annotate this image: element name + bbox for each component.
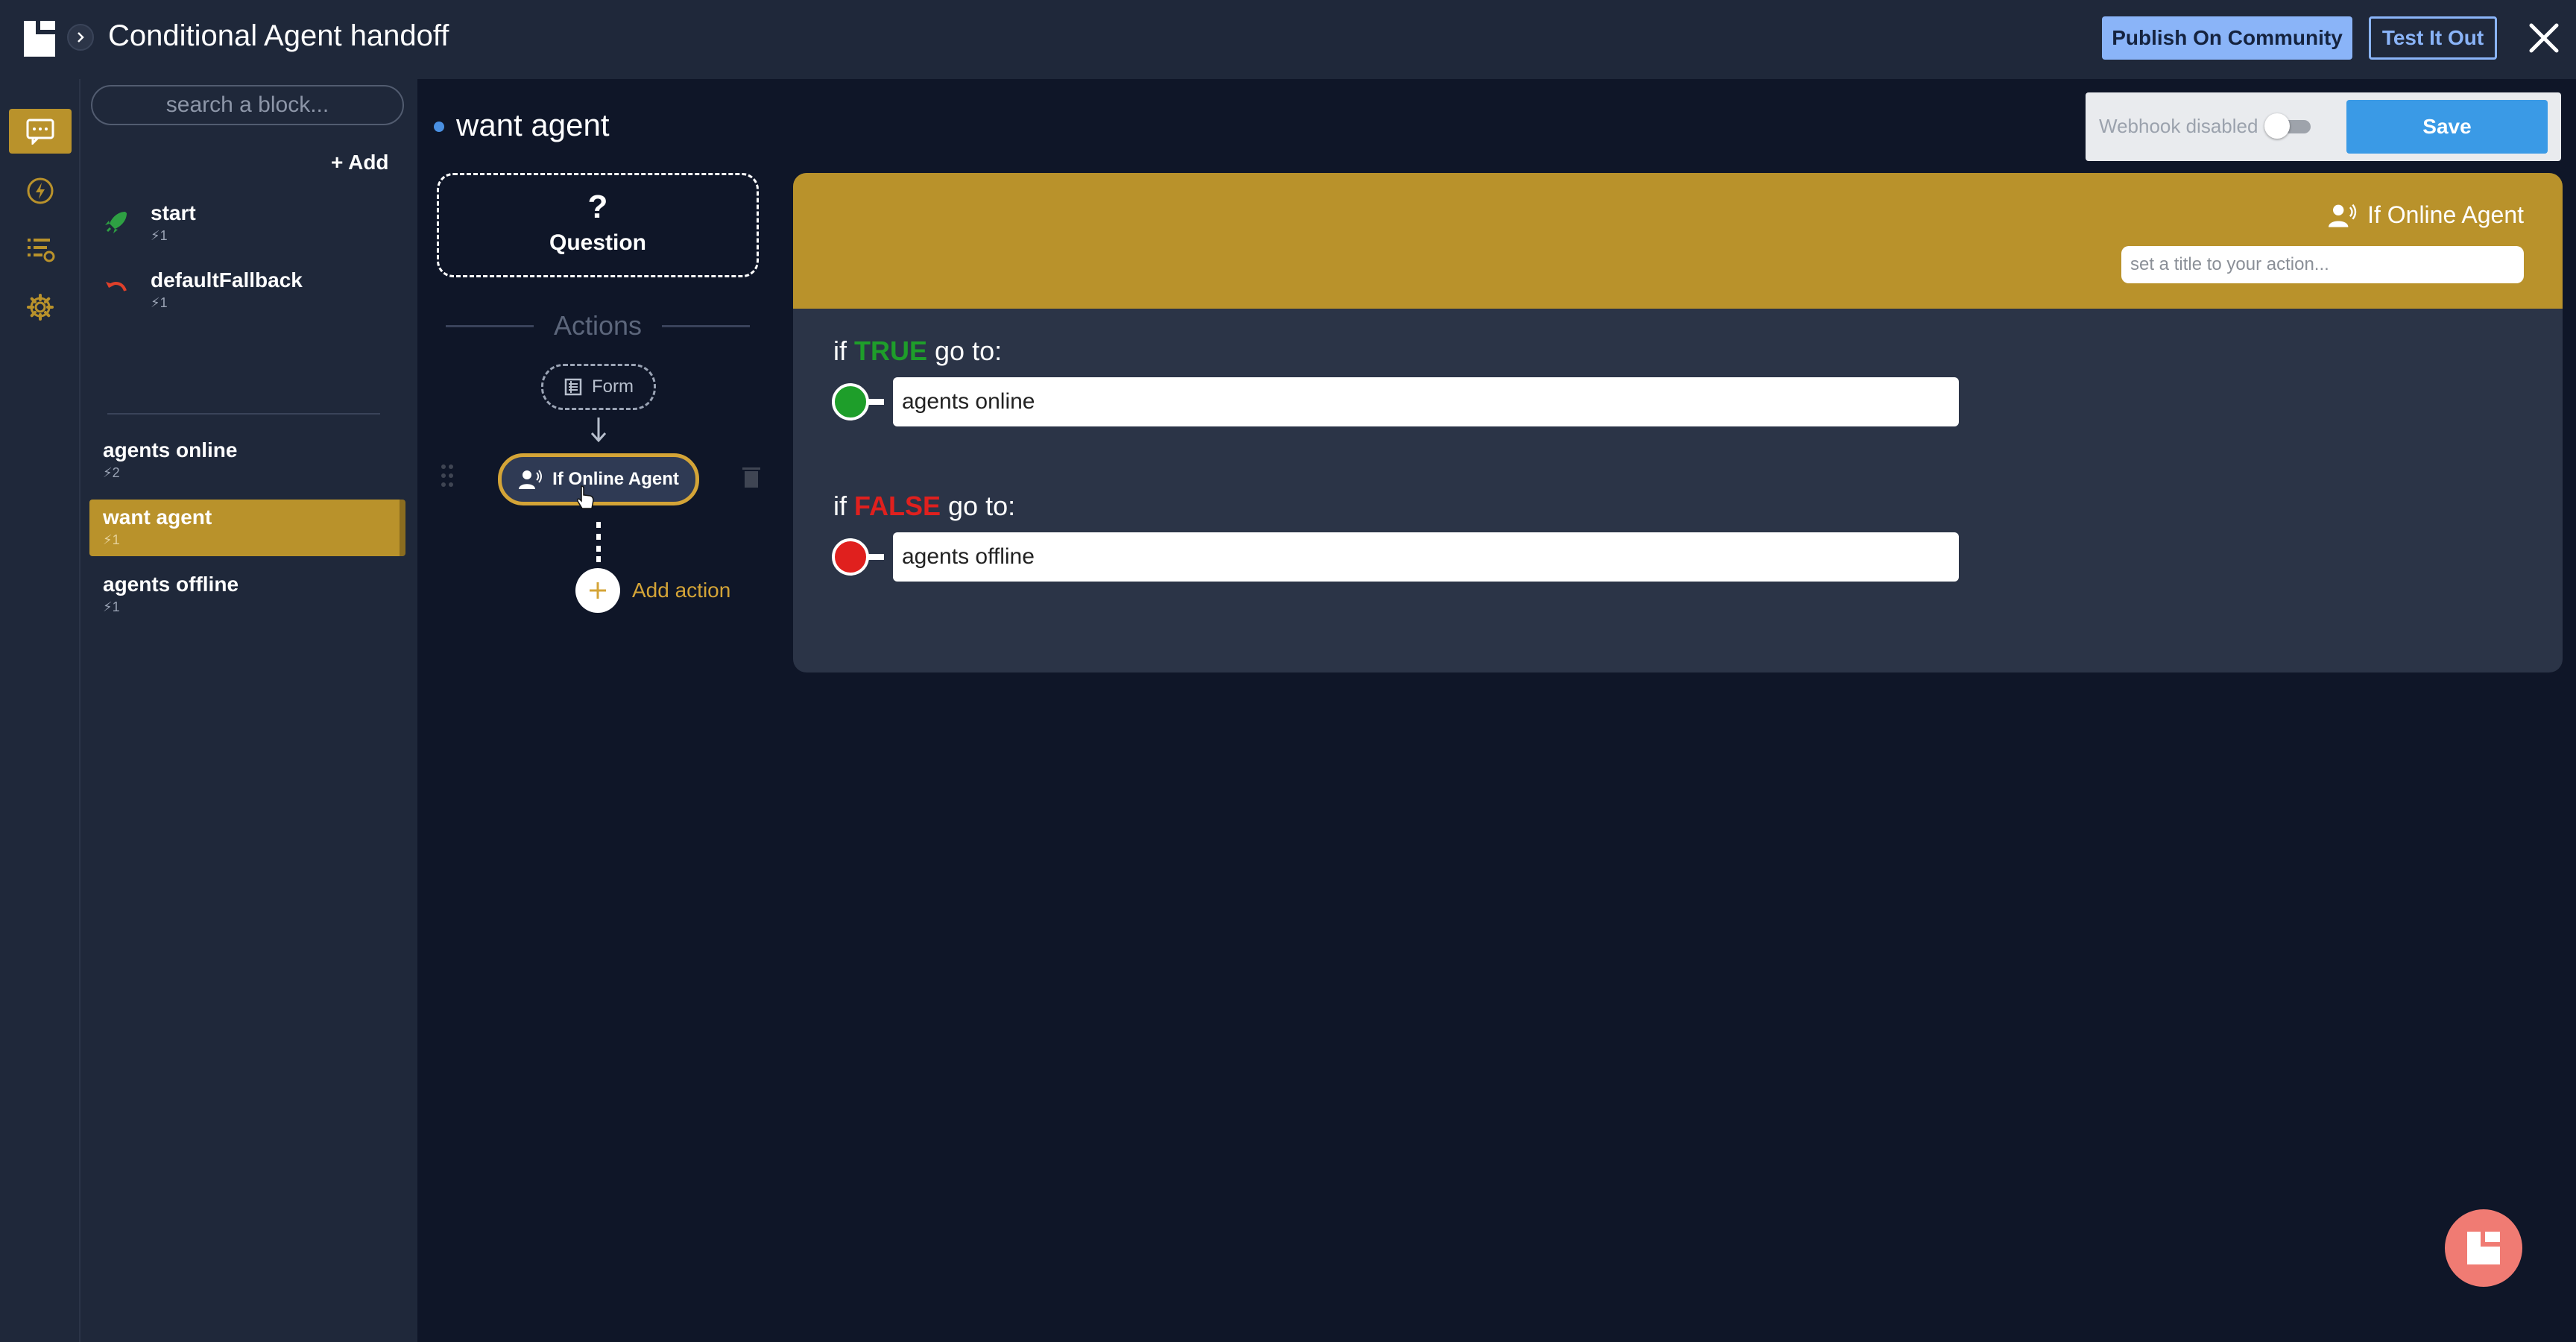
agent-icon: [519, 470, 543, 489]
save-panel: Webhook disabled Save: [2086, 92, 2561, 161]
true-prefix: if: [833, 336, 855, 366]
question-card[interactable]: ? Question: [437, 173, 759, 277]
form-icon: [564, 378, 582, 396]
block-name: defaultFallback: [151, 268, 303, 292]
block-trigger-count: ⚡1: [151, 228, 168, 243]
undo-icon: [106, 282, 127, 292]
true-target-select[interactable]: agents online: [893, 377, 1959, 426]
toggle-knob: [2264, 113, 2290, 139]
close-icon[interactable]: [2525, 19, 2563, 57]
true-suffix: go to:: [927, 336, 1003, 366]
question-label: Question: [549, 230, 646, 255]
save-button[interactable]: Save: [2346, 100, 2548, 154]
false-condition-label: if FALSE go to:: [833, 491, 1015, 522]
block-title: want agent: [456, 107, 610, 142]
false-keyword: FALSE: [854, 491, 941, 521]
rail-integrations-button[interactable]: [9, 168, 72, 213]
block-name: agents online: [103, 438, 238, 461]
add-action-button[interactable]: Add action: [575, 568, 730, 613]
action-label: If Online Agent: [552, 469, 679, 489]
false-prefix: if: [833, 491, 855, 521]
webhook-status-label: Webhook disabled: [2099, 115, 2258, 137]
true-keyword: TRUE: [854, 336, 928, 366]
logo-icon[interactable]: [22, 19, 57, 58]
test-it-out-button[interactable]: Test It Out: [2369, 16, 2497, 60]
chat-widget-icon: [2467, 1232, 2500, 1264]
bolt-icon: [27, 177, 54, 204]
chevron-right-icon: [78, 32, 84, 42]
blocks-panel: + Add start ⚡1 defaultFallback ⚡1 agents…: [80, 79, 417, 1342]
false-suffix: go to:: [941, 491, 1016, 521]
block-trigger-count: ⚡1: [103, 532, 120, 547]
action-detail-header: If Online Agent: [793, 173, 2563, 309]
search-block-input[interactable]: [91, 85, 404, 125]
true-status-dot: [832, 383, 869, 420]
app-title: Conditional Agent handoff: [108, 19, 449, 52]
block-name: want agent: [103, 505, 212, 529]
rail-chat-button[interactable]: [9, 109, 72, 154]
arrow-down-icon: [590, 418, 607, 443]
false-target-select[interactable]: agents offline: [893, 532, 1959, 582]
top-bar: Conditional Agent handoff Publish On Com…: [0, 0, 2576, 79]
block-name: agents offline: [103, 573, 239, 596]
rail-list-button[interactable]: [9, 227, 72, 271]
block-item-want-agent[interactable]: want agent ⚡1: [89, 500, 405, 556]
hand-cursor-icon: [577, 485, 594, 509]
action-form[interactable]: Form: [541, 364, 656, 410]
plus-icon: [575, 568, 620, 613]
action-title-input[interactable]: [2121, 246, 2524, 283]
block-trigger-count: ⚡1: [151, 295, 168, 310]
app-root: Conditional Agent handoff Publish On Com…: [0, 0, 2576, 1342]
action-type: If Online Agent: [2327, 201, 2524, 229]
chat-icon: [26, 119, 54, 145]
block-name: start: [151, 201, 196, 224]
action-type-label: If Online Agent: [2367, 201, 2524, 228]
drag-handle-icon[interactable]: [440, 462, 455, 489]
action-detail-card: If Online Agent if TRUE go to: agents on…: [793, 173, 2563, 672]
expand-sidebar-button[interactable]: [67, 24, 94, 51]
block-item-agents-online[interactable]: agents online ⚡2: [89, 432, 405, 489]
webhook-toggle[interactable]: [2264, 113, 2311, 139]
block-trigger-count: ⚡2: [103, 465, 120, 480]
action-if-online-agent[interactable]: If Online Agent: [498, 453, 699, 505]
question-mark-icon: ?: [587, 189, 608, 225]
true-condition-label: if TRUE go to:: [833, 336, 1002, 367]
false-connector: [868, 554, 884, 560]
list-settings-icon: [28, 239, 55, 262]
block-trigger-count: ⚡1: [103, 599, 120, 614]
icon-rail: [0, 79, 80, 1342]
agent-icon: [2329, 204, 2357, 227]
chat-widget-button[interactable]: [2445, 1209, 2522, 1287]
block-item-start[interactable]: start ⚡1: [89, 195, 405, 252]
add-block-button[interactable]: + Add: [331, 151, 389, 174]
publish-on-community-button[interactable]: Publish On Community: [2102, 16, 2352, 60]
connector-dots: [596, 522, 601, 562]
block-item-agents-offline[interactable]: agents offline ⚡1: [89, 567, 405, 623]
action-label: Form: [592, 377, 634, 397]
block-status-dot: [434, 122, 444, 132]
blocks-divider: [107, 413, 380, 415]
true-connector: [868, 399, 884, 405]
add-action-label: Add action: [632, 579, 731, 602]
trash-icon[interactable]: [742, 465, 760, 489]
false-status-dot: [832, 538, 869, 576]
rocket-icon: [105, 212, 127, 233]
